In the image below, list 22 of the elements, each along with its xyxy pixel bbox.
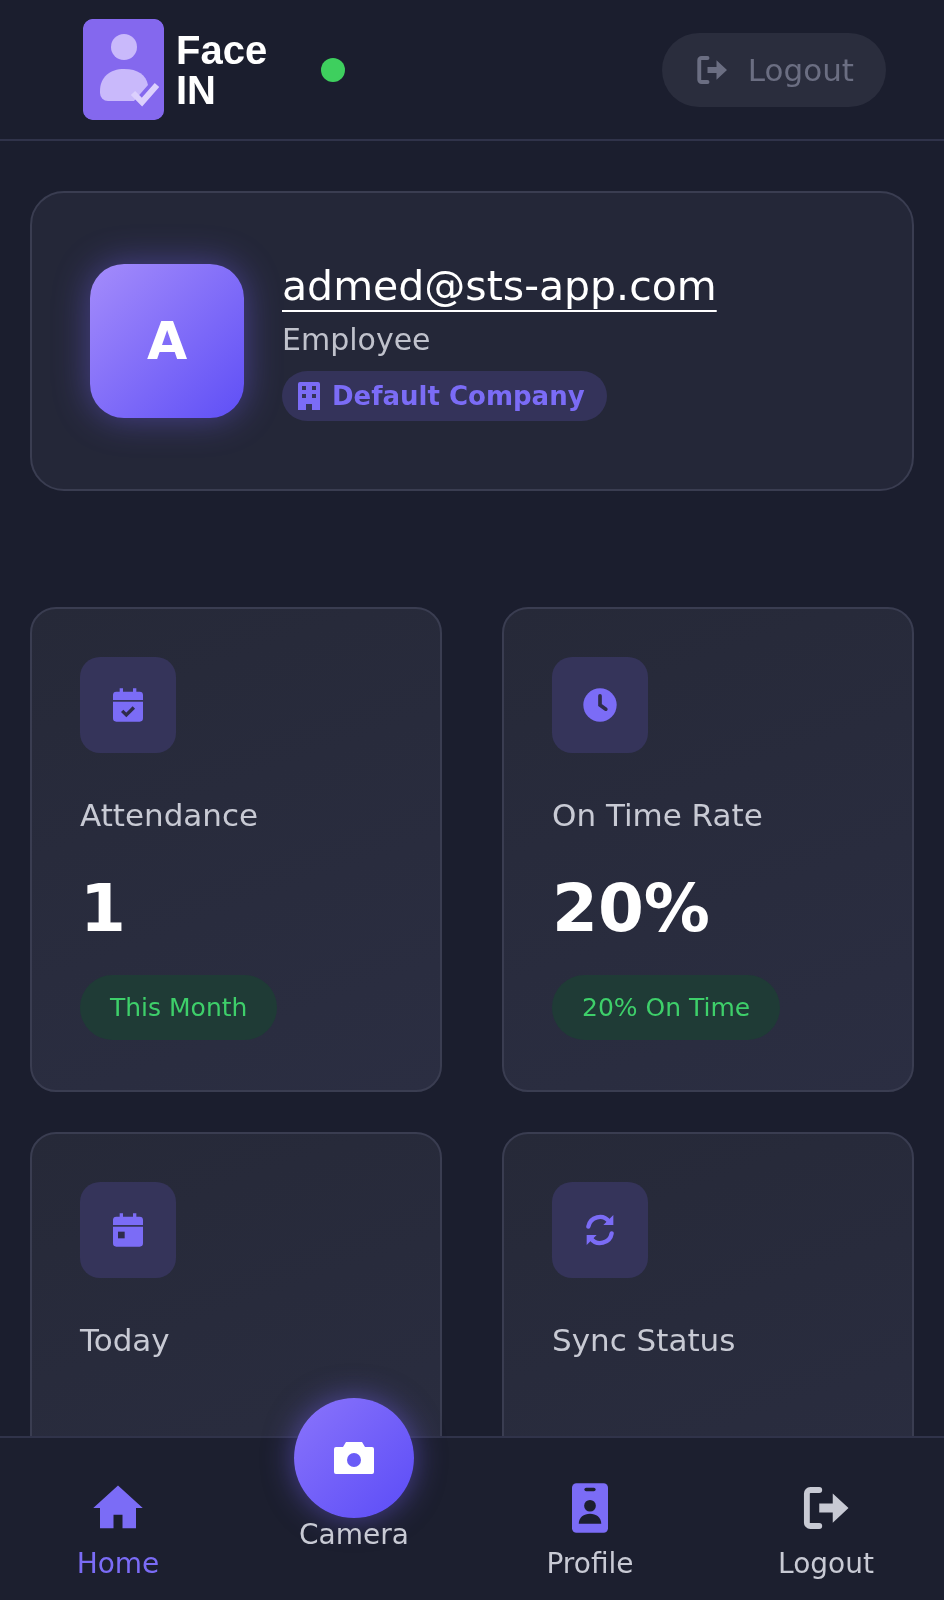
camera-button[interactable] (294, 1398, 414, 1518)
stat-label: On Time Rate (552, 797, 763, 833)
building-icon (298, 381, 320, 410)
logo-icon (83, 19, 164, 120)
company-tag: Default Company (282, 370, 607, 421)
logo-text: IN (176, 69, 217, 110)
nav-tab[interactable]: Profile (472, 1438, 708, 1600)
stat-tag: 20% On Time (552, 975, 781, 1040)
nav-tab[interactable]: Home (0, 1438, 236, 1600)
stat-value: 1 (80, 869, 126, 949)
nav-label[interactable]: Camera (299, 1518, 409, 1551)
avatar: A (90, 264, 244, 418)
email-link[interactable]: admed@sts-app.com (282, 261, 717, 310)
stat-label: Sync Status (552, 1322, 736, 1358)
clock-icon (580, 685, 620, 725)
logo-text: Face (176, 29, 268, 70)
stat-value: 20% (552, 869, 710, 949)
stat-tag: This Month (80, 975, 278, 1040)
stat-label: Attendance (80, 797, 259, 833)
stat-label: Today (80, 1322, 170, 1358)
role-text: Employee (282, 321, 431, 357)
nav-tab[interactable]: Logout (708, 1438, 944, 1600)
